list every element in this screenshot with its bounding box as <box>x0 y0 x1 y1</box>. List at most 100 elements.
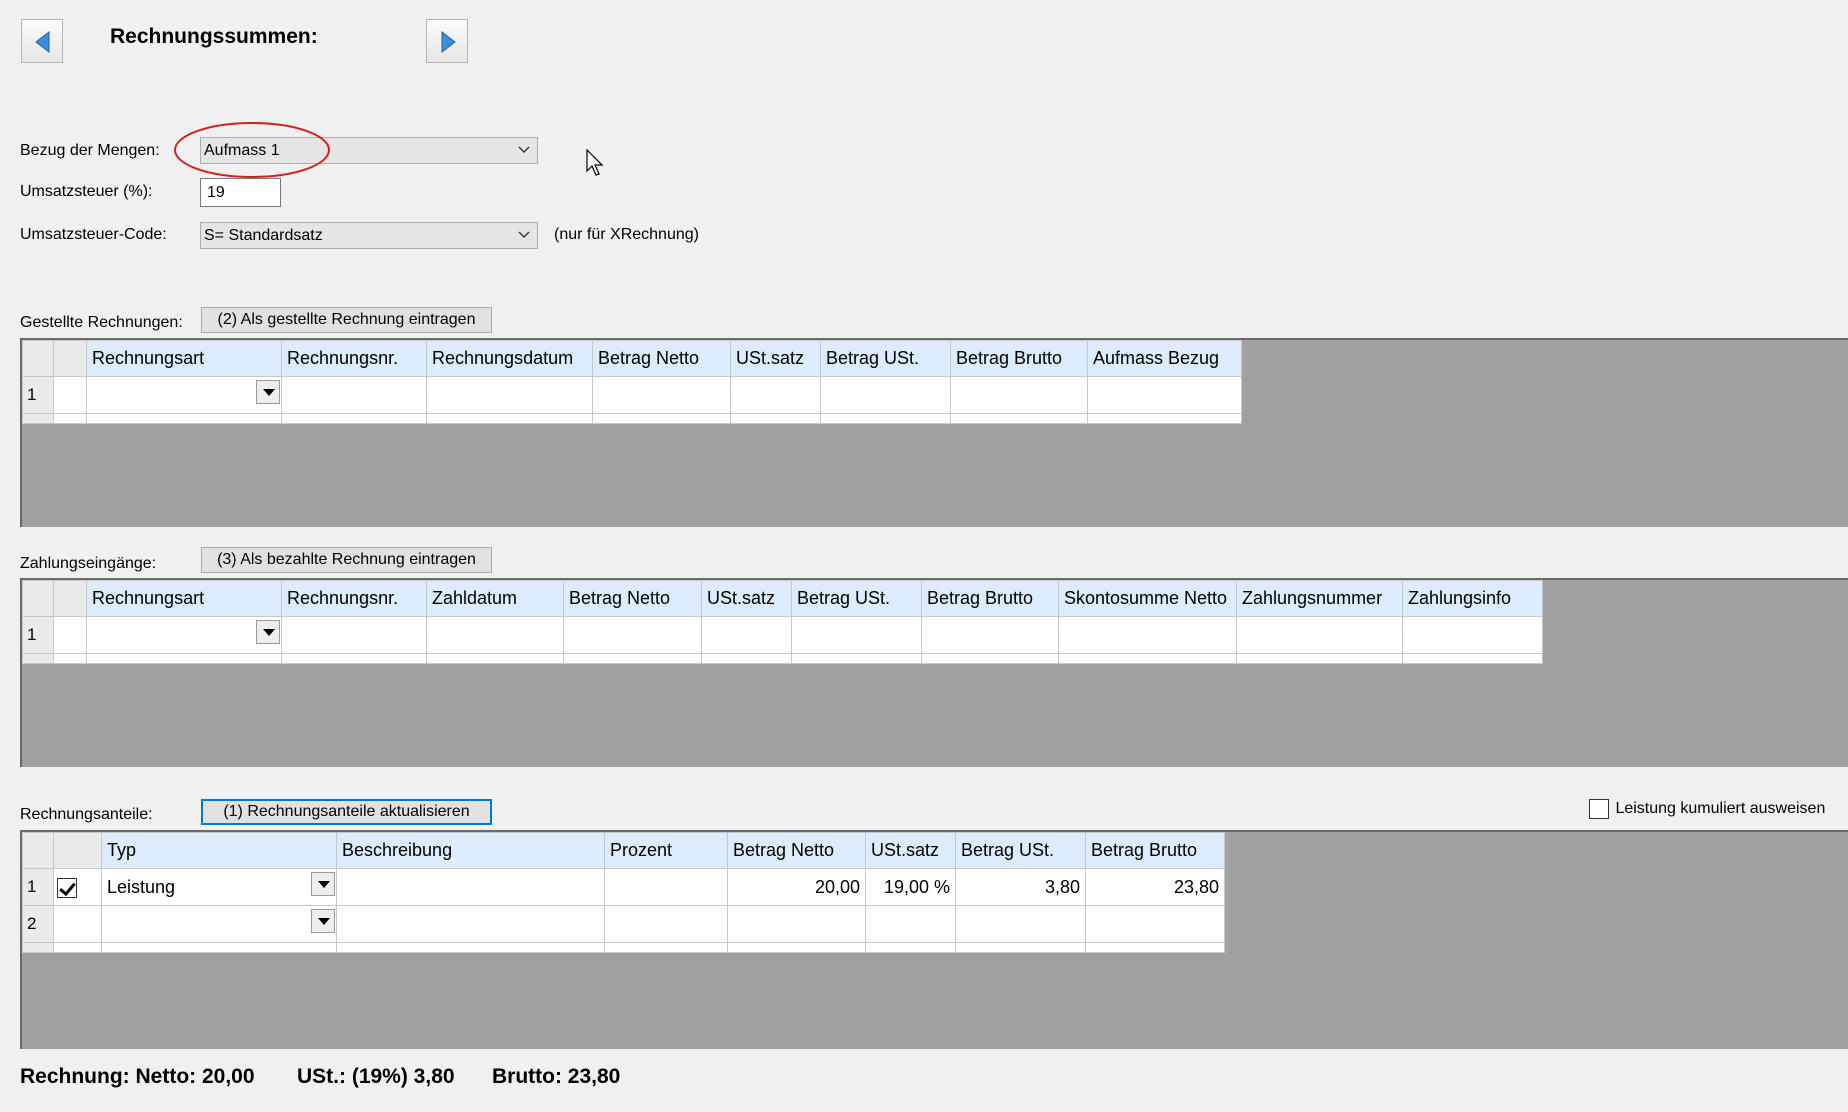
brutto-cell[interactable]: 23,80 <box>1085 868 1225 906</box>
table-cell[interactable] <box>53 616 87 654</box>
row-number: 1 <box>22 616 54 654</box>
beschreibung-cell[interactable] <box>336 868 605 906</box>
table-cell[interactable] <box>730 376 821 414</box>
bezug-label: Bezug der Mengen: <box>20 142 160 159</box>
grid-corner <box>53 832 102 869</box>
table-cell[interactable] <box>426 376 593 414</box>
column-header[interactable]: Rechnungsnr. <box>281 340 427 377</box>
table-cell[interactable] <box>701 616 792 654</box>
previous-button[interactable] <box>21 19 63 63</box>
ust-label: Umsatzsteuer (%): <box>20 183 153 200</box>
dropdown-button[interactable] <box>256 380 280 404</box>
row-checkbox-cell[interactable] <box>53 868 102 906</box>
column-header[interactable]: Betrag USt. <box>955 832 1086 869</box>
ust-cell[interactable] <box>955 905 1086 943</box>
anteile-aktualisieren-button[interactable]: (1) Rechnungsanteile aktualisieren <box>201 799 492 825</box>
row-checkbox[interactable] <box>57 877 77 898</box>
table-cell[interactable] <box>281 376 427 414</box>
table-cell[interactable] <box>53 376 87 414</box>
page-title: Rechnungssummen: <box>110 25 318 48</box>
kumuliert-checkbox[interactable]: Leistung kumuliert ausweisen <box>1589 799 1825 819</box>
table-cell[interactable] <box>1087 376 1242 414</box>
table-cell[interactable] <box>1058 616 1237 654</box>
column-header[interactable]: Betrag Netto <box>592 340 731 377</box>
gestellt-eintragen-button[interactable]: (2) Als gestellte Rechnung eintragen <box>201 307 492 333</box>
table-row-new[interactable] <box>22 942 1225 953</box>
zahlung-grid[interactable]: Rechnungsart Rechnungsnr. Zahldatum Betr… <box>20 578 1848 767</box>
table-cell[interactable] <box>1236 616 1403 654</box>
table-cell[interactable] <box>950 376 1088 414</box>
prozent-cell[interactable] <box>604 868 728 906</box>
column-header[interactable]: Skontosumme Netto <box>1058 580 1237 617</box>
column-header[interactable]: USt.satz <box>701 580 792 617</box>
table-row[interactable]: 1 <box>22 616 1543 654</box>
table-cell[interactable] <box>921 616 1059 654</box>
typ-cell[interactable]: Leistung <box>101 868 337 906</box>
beschreibung-cell[interactable] <box>336 905 605 943</box>
column-header[interactable]: Betrag Netto <box>727 832 866 869</box>
checkbox[interactable] <box>1589 799 1609 819</box>
table-cell[interactable] <box>791 616 922 654</box>
rechnungsart-cell[interactable] <box>86 376 282 414</box>
column-header[interactable]: USt.satz <box>865 832 956 869</box>
table-cell[interactable] <box>1402 616 1543 654</box>
column-header[interactable]: USt.satz <box>730 340 821 377</box>
column-header[interactable]: Rechnungsart <box>86 580 282 617</box>
anteile-grid[interactable]: Typ Beschreibung Prozent Betrag Netto US… <box>20 830 1848 1049</box>
column-header[interactable]: Zahldatum <box>426 580 564 617</box>
column-header[interactable]: Prozent <box>604 832 728 869</box>
table-row[interactable]: 2 <box>22 905 1225 943</box>
zahlung-eintragen-button[interactable]: (3) Als bezahlte Rechnung eintragen <box>201 547 492 573</box>
column-header[interactable]: Betrag Brutto <box>921 580 1059 617</box>
grid-corner <box>22 340 54 377</box>
gestellt-grid[interactable]: Rechnungsart Rechnungsnr. Rechnungsdatum… <box>20 338 1848 527</box>
gestellt-label: Gestellte Rechnungen: <box>20 314 183 331</box>
table-cell[interactable] <box>281 616 427 654</box>
next-button[interactable] <box>426 19 468 63</box>
column-header[interactable]: Zahlungsnummer <box>1236 580 1403 617</box>
table-cell[interactable] <box>820 376 951 414</box>
summary-ust: USt.: (19%) 3,80 <box>297 1065 455 1088</box>
code-select[interactable]: S= Standardsatz <box>200 222 538 249</box>
dropdown-button[interactable] <box>311 872 335 896</box>
column-header[interactable]: Betrag Netto <box>563 580 702 617</box>
dropdown-button[interactable] <box>256 620 280 644</box>
column-header[interactable]: Betrag USt. <box>820 340 951 377</box>
ustsatz-cell[interactable] <box>865 905 956 943</box>
row-number: 2 <box>22 905 54 943</box>
gestellt-header-row: Rechnungsart Rechnungsnr. Rechnungsdatum… <box>22 340 1242 377</box>
column-header[interactable]: Beschreibung <box>336 832 605 869</box>
table-row-new[interactable] <box>22 413 1242 424</box>
table-cell[interactable] <box>592 376 731 414</box>
table-cell[interactable] <box>426 616 564 654</box>
ust-input[interactable]: 19 <box>200 178 281 207</box>
column-header[interactable]: Zahlungsinfo <box>1402 580 1543 617</box>
rechnungsart-cell[interactable] <box>86 616 282 654</box>
prozent-cell[interactable] <box>604 905 728 943</box>
column-header[interactable]: Betrag USt. <box>791 580 922 617</box>
column-header[interactable]: Typ <box>101 832 337 869</box>
row-checkbox-cell[interactable] <box>53 905 102 943</box>
arrow-left-icon <box>35 30 50 54</box>
column-header[interactable]: Betrag Brutto <box>950 340 1088 377</box>
ust-cell[interactable]: 3,80 <box>955 868 1086 906</box>
table-cell[interactable] <box>563 616 702 654</box>
row-number <box>22 942 54 953</box>
mouse-cursor-icon <box>586 149 604 176</box>
column-header[interactable]: Rechnungsdatum <box>426 340 593 377</box>
table-row-new[interactable] <box>22 653 1543 664</box>
netto-cell[interactable] <box>727 905 866 943</box>
table-row[interactable]: 1 <box>22 376 1242 414</box>
column-header[interactable]: Betrag Brutto <box>1085 832 1225 869</box>
ustsatz-cell[interactable]: 19,00 % <box>865 868 956 906</box>
column-header[interactable]: Rechnungsart <box>86 340 282 377</box>
column-header[interactable]: Aufmass Bezug <box>1087 340 1242 377</box>
row-number: 1 <box>22 376 54 414</box>
chevron-down-icon <box>518 231 530 238</box>
brutto-cell[interactable] <box>1085 905 1225 943</box>
dropdown-button[interactable] <box>311 909 335 933</box>
typ-cell[interactable] <box>101 905 337 943</box>
netto-cell[interactable]: 20,00 <box>727 868 866 906</box>
table-row[interactable]: 1 Leistung 20,00 19,00 % 3,80 23,80 <box>22 868 1225 906</box>
column-header[interactable]: Rechnungsnr. <box>281 580 427 617</box>
